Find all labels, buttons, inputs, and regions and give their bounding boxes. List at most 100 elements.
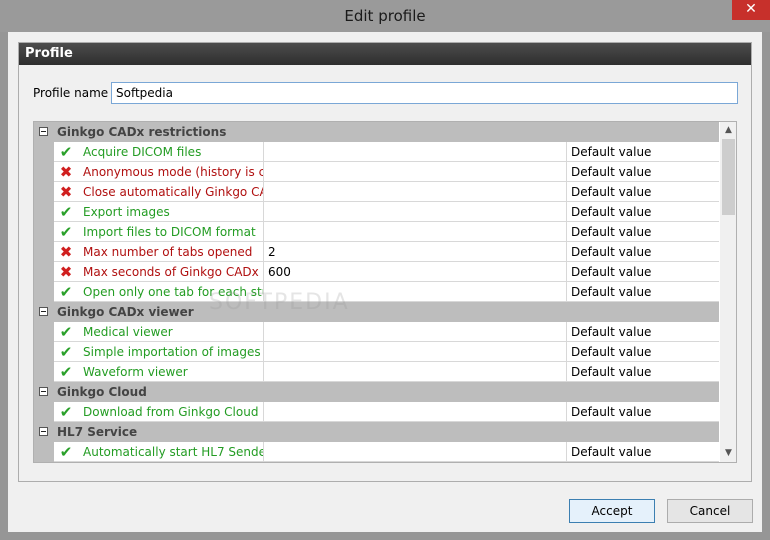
property-label: Open only one tab for each study bbox=[83, 285, 263, 299]
property-name-cell[interactable]: ✔ Waveform viewer bbox=[54, 362, 264, 382]
property-value-cell[interactable] bbox=[264, 202, 567, 222]
property-name-cell[interactable]: ✔ Open only one tab for each study bbox=[54, 282, 264, 302]
row-margin bbox=[34, 282, 54, 302]
property-value-cell[interactable] bbox=[264, 322, 567, 342]
property-name-cell[interactable]: ✖ Max number of tabs opened bbox=[54, 242, 264, 262]
property-label: Download from Ginkgo Cloud bbox=[83, 405, 259, 419]
property-value-cell[interactable] bbox=[264, 362, 567, 382]
property-grid: Ginkgo CADx restrictions ✔ Acquire DICOM f… bbox=[33, 121, 737, 463]
row-margin bbox=[34, 402, 54, 422]
property-row[interactable]: ✔ Automatically start HL7 Sender ser Defau… bbox=[34, 442, 719, 462]
close-button[interactable]: ✕ bbox=[732, 0, 770, 20]
property-name-cell[interactable]: ✔ Acquire DICOM files bbox=[54, 142, 264, 162]
collapse-icon[interactable] bbox=[39, 387, 48, 396]
default-value-cell[interactable]: Default value bbox=[567, 182, 719, 202]
check-icon: ✔ bbox=[59, 323, 73, 341]
cross-icon: ✖ bbox=[59, 263, 73, 281]
property-label: Export images bbox=[83, 205, 170, 219]
default-value-cell[interactable]: Default value bbox=[567, 222, 719, 242]
cancel-button[interactable]: Cancel bbox=[667, 499, 753, 523]
category-row[interactable]: Ginkgo CADx restrictions bbox=[34, 122, 719, 142]
vertical-scrollbar[interactable]: ▲ ▼ bbox=[720, 122, 736, 462]
property-name-cell[interactable]: ✖ Close automatically Ginkgo CADx bbox=[54, 182, 264, 202]
accept-button[interactable]: Accept bbox=[569, 499, 655, 523]
category-row[interactable]: Ginkgo CADx viewer bbox=[34, 302, 719, 322]
property-row[interactable]: ✖ Max number of tabs opened 2 Default value bbox=[34, 242, 719, 262]
property-row[interactable]: ✔ Simple importation of images Default val… bbox=[34, 342, 719, 362]
default-value-label: Default value bbox=[571, 325, 652, 339]
row-margin bbox=[34, 222, 54, 242]
category-row[interactable]: HL7 Service bbox=[34, 422, 719, 442]
property-label: Waveform viewer bbox=[83, 365, 188, 379]
default-value-cell[interactable]: Default value bbox=[567, 342, 719, 362]
collapse-icon[interactable] bbox=[39, 307, 48, 316]
default-value-cell[interactable]: Default value bbox=[567, 142, 719, 162]
default-value-cell[interactable]: Default value bbox=[567, 162, 719, 182]
property-label: Import files to DICOM format bbox=[83, 225, 256, 239]
property-name-cell[interactable]: ✔ Export images bbox=[54, 202, 264, 222]
collapse-icon[interactable] bbox=[39, 127, 48, 136]
default-value-cell[interactable]: Default value bbox=[567, 262, 719, 282]
property-row[interactable]: ✔ Acquire DICOM files Default value bbox=[34, 142, 719, 162]
property-row[interactable]: ✔ Import files to DICOM format Default val… bbox=[34, 222, 719, 242]
cross-icon: ✖ bbox=[59, 243, 73, 261]
property-value-cell[interactable] bbox=[264, 342, 567, 362]
property-row[interactable]: ✖ Close automatically Ginkgo CADx Default … bbox=[34, 182, 719, 202]
default-value-cell[interactable]: Default value bbox=[567, 322, 719, 342]
default-value-cell[interactable]: Default value bbox=[567, 282, 719, 302]
property-value-cell[interactable] bbox=[264, 442, 567, 462]
property-row[interactable]: ✔ Export images Default value bbox=[34, 202, 719, 222]
row-margin bbox=[34, 342, 54, 362]
collapse-icon[interactable] bbox=[39, 427, 48, 436]
property-value-cell[interactable]: 600 bbox=[264, 262, 567, 282]
property-name-cell[interactable]: ✔ Automatically start HL7 Sender ser bbox=[54, 442, 264, 462]
property-name-cell[interactable]: ✔ Simple importation of images bbox=[54, 342, 264, 362]
category-row[interactable]: Ginkgo Cloud bbox=[34, 382, 719, 402]
property-value-cell[interactable]: 2 bbox=[264, 242, 567, 262]
property-row[interactable]: ✔ Waveform viewer Default value bbox=[34, 362, 719, 382]
check-icon: ✔ bbox=[59, 343, 73, 361]
property-value-cell[interactable] bbox=[264, 282, 567, 302]
default-value-label: Default value bbox=[571, 265, 652, 279]
row-margin bbox=[34, 322, 54, 342]
default-value-cell[interactable]: Default value bbox=[567, 442, 719, 462]
property-value-cell[interactable] bbox=[264, 182, 567, 202]
default-value-cell[interactable]: Default value bbox=[567, 242, 719, 262]
property-label: Close automatically Ginkgo CADx bbox=[83, 185, 263, 199]
default-value-cell[interactable]: Default value bbox=[567, 402, 719, 422]
check-icon: ✔ bbox=[59, 223, 73, 241]
property-row[interactable]: ✔ Download from Ginkgo Cloud Default value bbox=[34, 402, 719, 422]
button-bar: Accept Cancel bbox=[8, 492, 762, 532]
dialog-client: Profile Profile name Ginkgo CADx restric… bbox=[8, 32, 762, 532]
property-row[interactable]: ✖ Anonymous mode (history is clear Default… bbox=[34, 162, 719, 182]
property-row[interactable]: ✖ Max seconds of Ginkgo CADx appl 600 Defau… bbox=[34, 262, 719, 282]
scroll-down-icon[interactable]: ▼ bbox=[720, 445, 736, 462]
property-row[interactable]: ✔ Medical viewer Default value bbox=[34, 322, 719, 342]
scroll-thumb[interactable] bbox=[722, 139, 735, 215]
property-value-cell[interactable] bbox=[264, 222, 567, 242]
default-value-label: Default value bbox=[571, 445, 652, 459]
property-name-cell[interactable]: ✔ Download from Ginkgo Cloud bbox=[54, 402, 264, 422]
profile-name-input[interactable] bbox=[111, 82, 738, 104]
default-value-cell[interactable]: Default value bbox=[567, 202, 719, 222]
property-label: Acquire DICOM files bbox=[83, 145, 202, 159]
default-value-label: Default value bbox=[571, 225, 652, 239]
property-value-cell[interactable] bbox=[264, 402, 567, 422]
property-value-cell[interactable] bbox=[264, 142, 567, 162]
row-margin bbox=[34, 162, 54, 182]
property-name-cell[interactable]: ✔ Import files to DICOM format bbox=[54, 222, 264, 242]
check-icon: ✔ bbox=[59, 283, 73, 301]
property-name-cell[interactable]: ✖ Anonymous mode (history is clear bbox=[54, 162, 264, 182]
scroll-up-icon[interactable]: ▲ bbox=[720, 122, 736, 139]
property-value-cell[interactable] bbox=[264, 162, 567, 182]
row-margin bbox=[34, 202, 54, 222]
title-bar[interactable]: Edit profile ✕ bbox=[0, 0, 770, 32]
property-name-cell[interactable]: ✔ Medical viewer bbox=[54, 322, 264, 342]
property-row[interactable]: ✔ Open only one tab for each study Default… bbox=[34, 282, 719, 302]
cross-icon: ✖ bbox=[59, 163, 73, 181]
row-margin bbox=[34, 442, 54, 462]
property-name-cell[interactable]: ✖ Max seconds of Ginkgo CADx appl bbox=[54, 262, 264, 282]
row-margin bbox=[34, 262, 54, 282]
property-label: Simple importation of images bbox=[83, 345, 261, 359]
default-value-cell[interactable]: Default value bbox=[567, 362, 719, 382]
